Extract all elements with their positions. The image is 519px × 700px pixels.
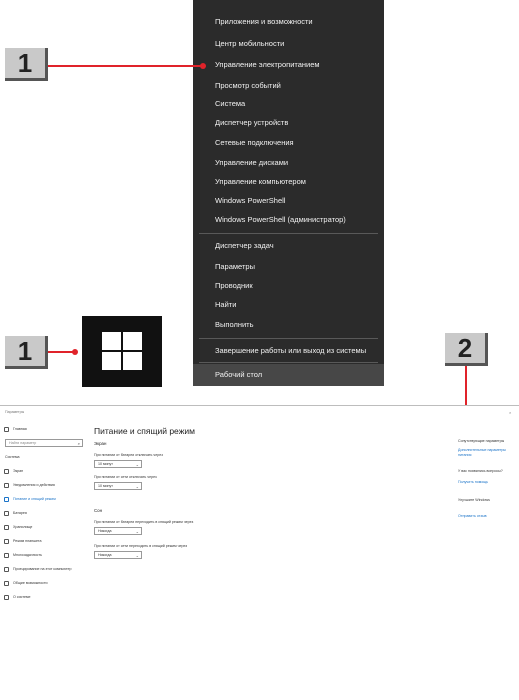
power-icon bbox=[4, 496, 9, 502]
sidebar-item-label: Многозадачность bbox=[13, 553, 43, 557]
menu-separator bbox=[199, 233, 378, 234]
menu-separator bbox=[199, 338, 378, 339]
menu-item-run[interactable]: Выполнить bbox=[193, 315, 384, 335]
callout-badge-1-start: 1 bbox=[5, 336, 48, 369]
windows-logo-pane bbox=[123, 352, 142, 370]
menu-item-mobility-center[interactable]: Центр мобильности bbox=[193, 34, 384, 54]
sidebar-item-label: Уведомления и действия bbox=[13, 483, 55, 487]
sidebar-section-title: Система bbox=[5, 455, 20, 459]
menu-item-device-manager[interactable]: Диспетчер устройств bbox=[193, 113, 384, 133]
sidebar-item-tablet-mode[interactable]: Режим планшета bbox=[4, 536, 41, 546]
sleep-battery-label: При питании от батареи переходить в спящ… bbox=[94, 520, 194, 524]
windows-logo-pane bbox=[102, 352, 121, 370]
shared-icon bbox=[4, 580, 9, 586]
menu-item-powershell-admin[interactable]: Windows PowerShell (администратор) bbox=[193, 210, 384, 230]
menu-item-disk-management[interactable]: Управление дисками bbox=[193, 153, 384, 173]
callout-badge-1: 1 bbox=[5, 48, 48, 81]
info-icon bbox=[4, 594, 9, 600]
dropdown-value: 10 минут bbox=[98, 484, 113, 488]
menu-item-shutdown[interactable]: Завершение работы или выход из системы bbox=[193, 341, 384, 361]
windows-start-button[interactable] bbox=[82, 316, 162, 387]
page-title: Питание и спящий режим bbox=[94, 426, 195, 436]
sleep-battery-dropdown[interactable]: Никогда ⌄ bbox=[94, 527, 142, 535]
chevron-down-icon: ⌄ bbox=[135, 484, 139, 489]
sidebar-item-label: Режим планшета bbox=[13, 539, 42, 543]
battery-icon bbox=[4, 510, 9, 516]
sidebar-item-label: Экран bbox=[13, 469, 24, 473]
callout-leader-line bbox=[48, 351, 74, 353]
screen-heading: Экран bbox=[94, 441, 107, 446]
sleep-heading: Сон bbox=[94, 508, 103, 513]
winx-context-menu: Приложения и возможности Центр мобильнос… bbox=[193, 0, 384, 386]
dropdown-value: Никогда bbox=[98, 529, 112, 533]
menu-item-computer-management[interactable]: Управление компьютером bbox=[193, 172, 384, 192]
menu-item-search[interactable]: Найти bbox=[193, 295, 384, 315]
sidebar-item-label: Проецирование на этот компьютер bbox=[13, 567, 72, 571]
search-icon: ⌕ bbox=[77, 441, 80, 446]
additional-power-settings-link[interactable]: Дополнительные параметры питания bbox=[458, 448, 514, 458]
screen-battery-label: При питании от батареи отключать через bbox=[94, 453, 163, 457]
sidebar-item-label: Общие возможности bbox=[13, 581, 48, 585]
screen-battery-dropdown[interactable]: 10 минут ⌄ bbox=[94, 460, 142, 468]
screen-plugged-label: При питании от сети отключать через bbox=[94, 475, 157, 479]
sidebar-item-notifications[interactable]: Уведомления и действия bbox=[4, 480, 55, 490]
menu-item-settings[interactable]: Параметры bbox=[193, 257, 384, 277]
home-icon bbox=[4, 426, 9, 432]
windows-logo-icon bbox=[102, 332, 121, 350]
search-input[interactable]: Найти параметр ⌕ bbox=[5, 439, 83, 447]
callout-badge-2: 2 bbox=[445, 333, 488, 366]
callout-dot bbox=[72, 349, 78, 355]
feedback-link[interactable]: Отправить отзыв bbox=[458, 514, 487, 518]
callout-leader-line bbox=[48, 65, 203, 67]
improve-windows-heading: Улучшите Windows bbox=[458, 498, 490, 502]
sidebar-item-label: Питание и спящий режим bbox=[13, 497, 56, 501]
sidebar-item-power-sleep[interactable]: Питание и спящий режим bbox=[4, 494, 56, 504]
menu-item-power-options[interactable]: Управление электропитанием bbox=[193, 55, 384, 75]
callout-dot bbox=[200, 63, 206, 69]
dropdown-value: Никогда bbox=[98, 553, 112, 557]
menu-item-apps-features[interactable]: Приложения и возможности bbox=[193, 12, 384, 32]
sidebar-item-projecting[interactable]: Проецирование на этот компьютер bbox=[4, 564, 72, 574]
close-icon[interactable]: × bbox=[509, 410, 511, 415]
sidebar-item-storage[interactable]: Хранилище bbox=[4, 522, 32, 532]
sleep-plugged-dropdown[interactable]: Никогда ⌄ bbox=[94, 551, 142, 559]
notification-icon bbox=[4, 482, 9, 488]
sidebar-item-shared-experiences[interactable]: Общие возможности bbox=[4, 578, 48, 588]
screen-plugged-dropdown[interactable]: 10 минут ⌄ bbox=[94, 482, 142, 490]
sidebar-item-display[interactable]: Экран bbox=[4, 466, 23, 476]
get-help-link[interactable]: Получить помощь bbox=[458, 480, 488, 484]
sleep-plugged-label: При питании от сети переходить в спящий … bbox=[94, 544, 188, 548]
sidebar-item-label: Батарея bbox=[13, 511, 27, 515]
monitor-icon bbox=[4, 468, 9, 474]
sidebar-home-label: Главная bbox=[13, 427, 27, 431]
search-placeholder: Найти параметр bbox=[9, 441, 37, 445]
tablet-icon bbox=[4, 538, 9, 544]
sidebar-item-label: О системе bbox=[13, 595, 31, 599]
sidebar-item-multitasking[interactable]: Многозадачность bbox=[4, 550, 42, 560]
multitasking-icon bbox=[4, 552, 9, 558]
sidebar-item-battery[interactable]: Батарея bbox=[4, 508, 27, 518]
menu-item-desktop[interactable]: Рабочий стол bbox=[193, 364, 384, 386]
related-settings-heading: Сопутствующие параметры bbox=[458, 439, 505, 443]
chevron-down-icon: ⌄ bbox=[135, 529, 139, 534]
window-title: Параметры bbox=[5, 410, 25, 414]
storage-icon bbox=[4, 524, 9, 530]
sidebar-item-label: Хранилище bbox=[13, 525, 33, 529]
menu-item-explorer[interactable]: Проводник bbox=[193, 276, 384, 296]
settings-window: Параметры × Главная Найти параметр ⌕ Сист… bbox=[0, 405, 519, 700]
menu-item-network-connections[interactable]: Сетевые подключения bbox=[193, 133, 384, 153]
menu-item-powershell[interactable]: Windows PowerShell bbox=[193, 191, 384, 211]
menu-item-event-viewer[interactable]: Просмотр событий bbox=[193, 76, 384, 96]
chevron-down-icon: ⌄ bbox=[135, 462, 139, 467]
dropdown-value: 10 минут bbox=[98, 462, 113, 466]
menu-item-system[interactable]: Система bbox=[193, 94, 384, 114]
menu-separator bbox=[199, 362, 378, 363]
projector-icon bbox=[4, 566, 9, 572]
menu-item-task-manager[interactable]: Диспетчер задач bbox=[193, 236, 384, 256]
sidebar-item-about[interactable]: О системе bbox=[4, 592, 30, 602]
chevron-down-icon: ⌄ bbox=[135, 553, 139, 558]
sidebar-home[interactable]: Главная bbox=[4, 424, 27, 434]
question-heading: У вас появились вопросы? bbox=[458, 469, 503, 473]
windows-logo-pane bbox=[123, 332, 142, 350]
